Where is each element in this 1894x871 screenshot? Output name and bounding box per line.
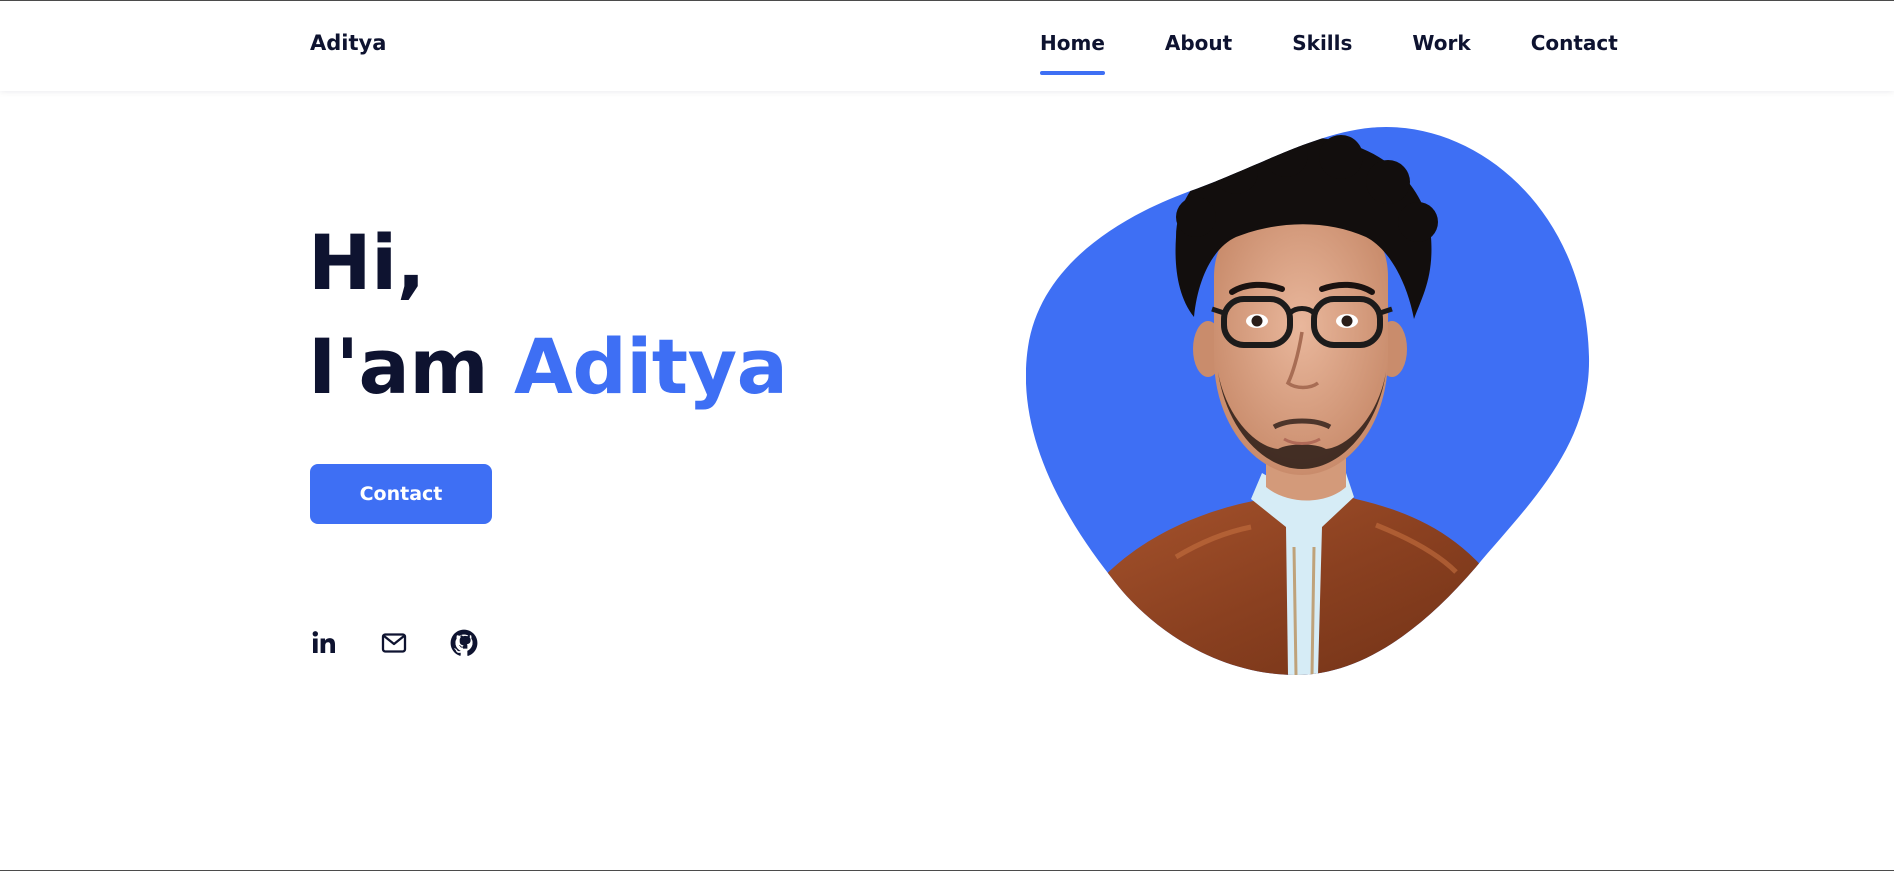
hero-intro: I'am — [308, 322, 489, 411]
linkedin-icon[interactable] — [310, 629, 338, 657]
nav-work[interactable]: Work — [1412, 31, 1470, 55]
social-links — [310, 629, 478, 657]
mail-icon[interactable] — [380, 629, 408, 657]
contact-button[interactable]: Contact — [310, 464, 492, 524]
hero-greeting: Hi, — [308, 218, 426, 307]
hero-title: Hi, I'am Aditya — [308, 211, 788, 419]
nav-skills[interactable]: Skills — [1292, 31, 1352, 55]
main-nav: Home About Skills Work Contact — [1040, 31, 1618, 75]
nav-about[interactable]: About — [1165, 31, 1232, 55]
site-logo[interactable]: Aditya — [310, 31, 386, 55]
hero-name: Aditya — [514, 322, 788, 411]
site-header: Aditya Home About Skills Work Contact — [0, 1, 1894, 91]
profile-photo — [1026, 127, 1590, 675]
hero-intro-line: I'am Aditya — [308, 315, 788, 419]
nav-home[interactable]: Home — [1040, 31, 1105, 75]
page: Aditya Home About Skills Work Contact Hi… — [0, 0, 1894, 871]
github-icon[interactable] — [450, 629, 478, 657]
nav-contact[interactable]: Contact — [1531, 31, 1618, 55]
